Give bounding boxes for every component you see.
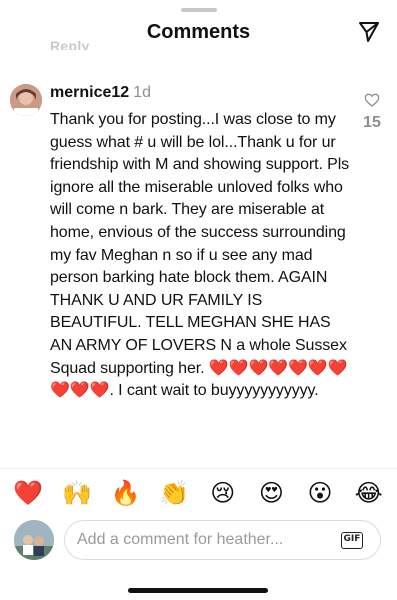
current-user-avatar <box>14 520 54 560</box>
like-count: 15 <box>363 114 381 131</box>
previous-reply-link[interactable]: Reply <box>50 38 90 50</box>
comment-text: Thank you for posting...I was close to m… <box>50 111 350 400</box>
comment-header: mernice12 1d <box>50 84 151 102</box>
comment-username[interactable]: mernice12 <box>50 84 129 101</box>
emoji-fire-button[interactable]: 🔥 <box>108 478 144 510</box>
emoji-heart-eyes-button[interactable]: 😍 <box>253 478 289 510</box>
sheet-grabber[interactable] <box>181 8 217 12</box>
current-user-photo <box>14 520 54 560</box>
emoji-surprised-face-button[interactable]: 😮 <box>302 478 338 510</box>
emoji-tears-of-joy-button[interactable]: 😂 <box>351 478 387 510</box>
avatar[interactable] <box>10 84 42 116</box>
like-button[interactable]: 15 <box>357 92 387 132</box>
share-button[interactable] <box>357 20 381 44</box>
emoji-clapping-hands-button[interactable]: 👏 <box>156 478 192 510</box>
comment-time: 1d <box>133 84 151 101</box>
emoji-raising-hands-button[interactable]: 🙌 <box>59 478 95 510</box>
home-indicator <box>128 588 268 593</box>
divider <box>0 468 397 469</box>
emoji-red-heart-button[interactable]: ❤️ <box>10 478 46 510</box>
emoji-crying-face-button[interactable]: 😢 <box>205 478 241 510</box>
comment-composer: GIF <box>0 516 397 566</box>
paper-plane-icon <box>359 22 379 42</box>
avatar-photo <box>10 84 42 116</box>
gif-button[interactable]: GIF <box>341 532 363 549</box>
emoji-quick-bar: ❤️ 🙌 🔥 👏 😢 😍 😮 😂 <box>0 478 397 510</box>
comment-input[interactable] <box>64 520 381 560</box>
heart-outline-icon <box>364 93 380 107</box>
